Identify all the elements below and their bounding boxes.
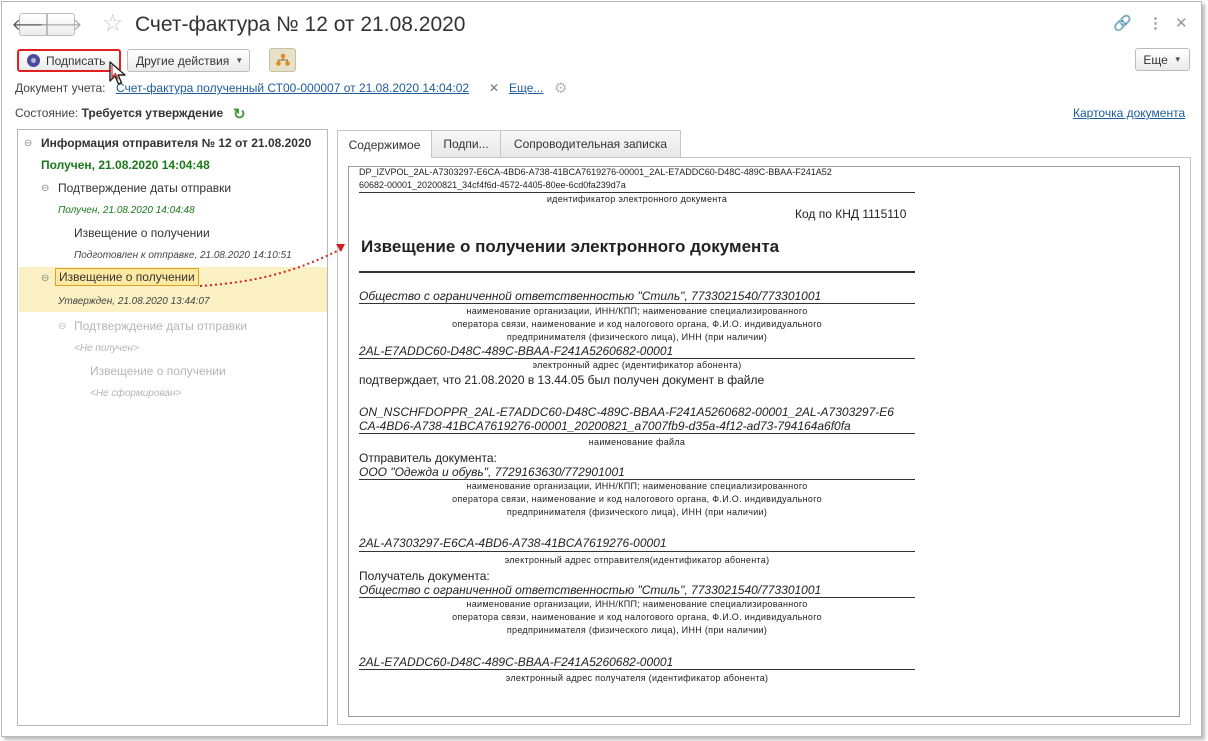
tree-node-receipt-notice-2-status: <Не сформирован>: [90, 388, 182, 399]
file-id-line1: DP_IZVPOL_2AL-A7303297-E6CA-4BD6-A738-41…: [359, 167, 832, 177]
divider: [359, 479, 915, 480]
receiver-caption-3: предпринимателя (физического лица), ИНН …: [506, 625, 768, 635]
tree-node-send-date[interactable]: Подтверждение даты отправки: [58, 181, 231, 195]
tree-node-receipt-notice-status: Подготовлен к отправке, 21.08.2020 14:10…: [74, 250, 292, 261]
filename-caption: наименование файла: [588, 437, 686, 447]
receiver-address-caption: электронный адрес получателя (идентифика…: [505, 673, 769, 683]
other-actions-label: Другие действия: [136, 53, 230, 68]
more-button[interactable]: Еще ▼: [1135, 48, 1190, 71]
tree-node-receipt-notice-2[interactable]: Извещение о получении: [90, 364, 226, 378]
knd-code: Код по КНД 1115110: [795, 207, 907, 221]
status-label: Состояние:: [15, 106, 79, 120]
org-name: Общество с ограниченной ответственностью…: [359, 289, 822, 303]
sign-button-label: Подписать: [46, 53, 106, 68]
close-icon[interactable]: ✕: [1175, 15, 1188, 33]
tree-node-send-date-status: Получен, 21.08.2020 14:04:48: [58, 205, 195, 216]
status-row: Состояние: Требуется утверждение: [15, 106, 223, 120]
gear-icon[interactable]: ⚙: [554, 79, 567, 97]
refresh-icon[interactable]: ↻: [233, 105, 246, 123]
tab-content-label: Содержимое: [348, 137, 421, 152]
accounting-more-link[interactable]: Еще...: [509, 81, 543, 95]
divider: [359, 303, 915, 304]
receiver-caption-1: наименование организации, ИНН/КПП; наиме…: [466, 599, 808, 609]
org-caption-1: наименование организации, ИНН/КПП; наиме…: [466, 306, 808, 316]
tree-root-title[interactable]: Информация отправителя № 12 от 21.08.202…: [41, 136, 311, 150]
sender-caption-1: наименование организации, ИНН/КПП; наиме…: [466, 481, 808, 491]
org-caption-3: предпринимателя (физического лица), ИНН …: [506, 332, 768, 342]
divider: [359, 433, 915, 434]
tab-cover-note-label: Сопроводительная записка: [513, 137, 668, 151]
tree-node-send-date-2[interactable]: Подтверждение даты отправки: [74, 319, 247, 333]
collapse-icon[interactable]: ⊖: [41, 183, 49, 194]
receiver-name: Общество с ограниченной ответственностью…: [359, 583, 822, 597]
collapse-icon[interactable]: ⊖: [58, 321, 66, 332]
divider: [359, 551, 915, 552]
sender-address: 2AL-A7303297-E6CA-4BD6-A738-41BCA7619276…: [359, 536, 667, 550]
clear-icon[interactable]: ✕: [489, 81, 499, 95]
tab-content[interactable]: Содержимое: [337, 130, 432, 158]
receiver-caption-2: оператора связи, наименование и код нало…: [452, 612, 822, 622]
sign-icon: [27, 54, 40, 67]
favorite-star-icon[interactable]: ☆: [102, 12, 124, 36]
document-structure-button[interactable]: [269, 48, 296, 72]
doc-heading: Извещение о получении электронного докум…: [361, 237, 780, 256]
tree-node-receipt-notice[interactable]: Извещение о получении: [74, 226, 210, 240]
more-menu-icon[interactable]: ⋮: [1148, 15, 1163, 33]
link-icon[interactable]: 🔗: [1113, 15, 1132, 33]
receiver-address: 2AL-E7ADDC60-D48C-489C-BBAA-F241A5260682…: [359, 655, 674, 669]
hierarchy-icon: [275, 53, 290, 66]
sender-name: ООО "Одежда и обувь", 7729163630/7729010…: [359, 465, 625, 479]
filename-line1: ON_NSCHFDOPPR_2AL-E7ADDC60-D48C-489C-BBA…: [359, 405, 894, 419]
collapse-icon[interactable]: ⊖: [24, 138, 32, 149]
mouse-cursor-icon: [109, 61, 126, 85]
tab-signatures[interactable]: Подпи...: [431, 130, 501, 157]
confirmation-text: подтверждает, что 21.08.2020 в 13.44.05 …: [359, 373, 765, 387]
divider: [359, 597, 915, 598]
document-card-link[interactable]: Карточка документа: [1073, 106, 1185, 120]
tree-node-receipt-notice-selected[interactable]: Извещение о получении: [55, 268, 199, 286]
sender-caption-3: предпринимателя (физического лица), ИНН …: [506, 507, 768, 517]
window-title: Счет-фактура № 12 от 21.08.2020: [135, 13, 466, 36]
divider: [359, 669, 915, 670]
filename-line2: CA-4BD6-A738-41BCA7619276-00001_20200821…: [359, 419, 851, 433]
document-viewer: DP_IZVPOL_2AL-A7303297-E6CA-4BD6-A738-41…: [337, 157, 1191, 725]
tab-cover-note[interactable]: Сопроводительная записка: [500, 130, 681, 157]
status-value: Требуется утверждение: [81, 106, 224, 120]
other-actions-button[interactable]: Другие действия ▼: [127, 49, 250, 72]
file-id-caption: идентификатор электронного документа: [546, 194, 728, 204]
accounting-doc-link[interactable]: Счет-фактура полученный СТ00-000007 от 2…: [116, 81, 469, 95]
sender-label: Отправитель документа:: [359, 451, 497, 465]
chevron-down-icon: ▼: [1173, 55, 1182, 64]
receiver-label: Получатель документа:: [359, 569, 490, 583]
document-tree: ⊖ Информация отправителя № 12 от 21.08.2…: [17, 129, 328, 726]
tab-signatures-label: Подпи...: [443, 137, 489, 151]
chevron-down-icon: ▼: [235, 56, 244, 65]
tree-root-status: Получен, 21.08.2020 14:04:48: [41, 158, 210, 172]
collapse-icon[interactable]: ⊖: [41, 273, 49, 284]
org-address-caption: электронный адрес (идентификатор абонент…: [532, 360, 742, 370]
sender-address-caption: электронный адрес отправителя(идентифика…: [504, 555, 770, 565]
file-id-line2: 60682-00001_20200821_34cf4f6d-4572-4405-…: [359, 180, 626, 190]
document-window: 🡐 🡒 ☆ Счет-фактура № 12 от 21.08.2020 🔗 …: [1, 1, 1202, 737]
divider: [359, 192, 915, 193]
org-address: 2AL-E7ADDC60-D48C-489C-BBAA-F241A5260682…: [359, 344, 674, 358]
arrow-right-icon: 🡒: [39, 17, 83, 34]
org-caption-2: оператора связи, наименование и код нало…: [452, 319, 822, 329]
sender-caption-2: оператора связи, наименование и код нало…: [452, 494, 822, 504]
divider: [359, 271, 915, 273]
document-page[interactable]: DP_IZVPOL_2AL-A7303297-E6CA-4BD6-A738-41…: [348, 166, 1180, 717]
forward-button[interactable]: 🡒: [40, 13, 82, 36]
tree-node-send-date-2-status: <Не получен>: [74, 343, 139, 354]
tree-node-receipt-notice-selected-status: Утвержден, 21.08.2020 13:44:07: [58, 296, 210, 307]
accounting-doc-label: Документ учета:: [15, 81, 106, 95]
sign-button[interactable]: Подписать: [17, 49, 121, 72]
divider: [359, 358, 915, 359]
more-button-label: Еще: [1143, 52, 1168, 67]
